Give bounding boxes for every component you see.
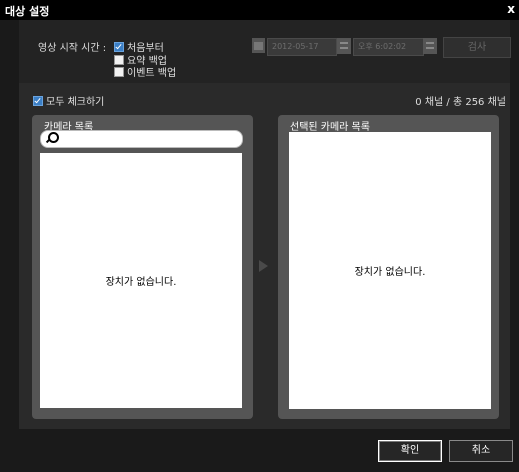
date-field[interactable]: 2012-05-17: [267, 38, 337, 56]
time-spinner-icon[interactable]: [423, 38, 437, 54]
search-button[interactable]: 검사: [443, 37, 511, 58]
camera-list-empty-text: 장치가 없습니다.: [105, 277, 177, 288]
camera-list-box[interactable]: 장치가 없습니다.: [40, 153, 242, 408]
date-spinner-icon[interactable]: [337, 38, 351, 54]
checkbox-event-backup[interactable]: [114, 66, 124, 77]
check-all[interactable]: 모두 체크하기: [33, 93, 104, 108]
start-time-label: 영상 시작 시간 :: [38, 43, 107, 54]
cancel-button[interactable]: 취소: [449, 440, 513, 462]
check-all-label: 모두 체크하기: [46, 97, 105, 108]
checkbox-summary-backup[interactable]: [114, 54, 124, 65]
search-icon: [48, 132, 59, 143]
channel-count: 0 채널 / 총 256 채널: [415, 97, 506, 108]
camera-search-input[interactable]: [40, 130, 243, 148]
title-bar: 대상 설정 x: [0, 0, 519, 20]
checkbox-check-all[interactable]: [33, 95, 43, 106]
time-field[interactable]: 오후 6:02:02: [353, 38, 424, 56]
selected-list-box[interactable]: 장치가 없습니다.: [289, 132, 491, 409]
checkbox-from-beginning[interactable]: [114, 41, 124, 52]
calendar-icon[interactable]: [252, 38, 265, 53]
close-icon[interactable]: x: [507, 2, 515, 16]
ok-button[interactable]: 확인: [378, 440, 442, 462]
dialog-title: 대상 설정: [5, 5, 50, 18]
option-event-backup[interactable]: 이벤트 백업: [114, 64, 176, 79]
dialog-window: 대상 설정 x 영상 시작 시간 : 처음부터 요약 백업 이벤트 백업 201…: [0, 0, 519, 472]
option-event-backup-label: 이벤트 백업: [127, 68, 177, 79]
selected-list-empty-text: 장치가 없습니다.: [354, 267, 426, 278]
move-right-arrow-icon[interactable]: [259, 260, 268, 272]
selected-list-title: 선택된 카메라 목록: [290, 122, 370, 133]
